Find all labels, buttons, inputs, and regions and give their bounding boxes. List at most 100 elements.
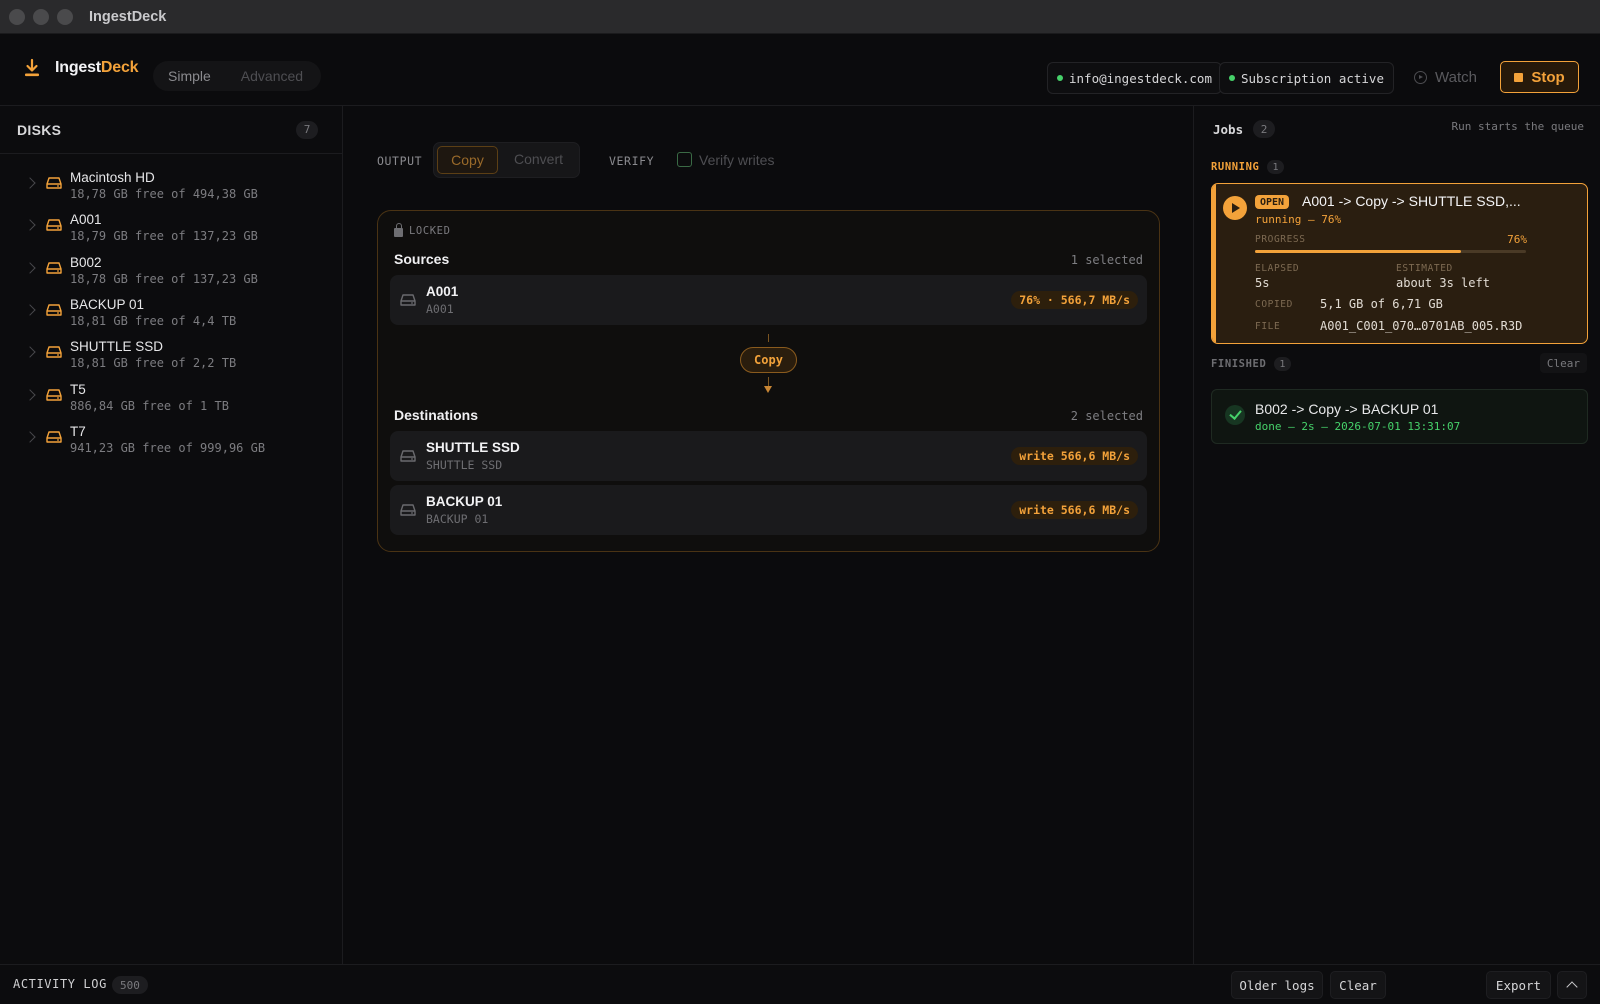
mode-simple-tab[interactable]: Simple [153,68,226,84]
destination-name: BACKUP 01 [426,494,503,509]
chevron-right-icon[interactable] [24,388,36,401]
estimated-value: about 3s left [1396,276,1490,290]
destination-row[interactable]: SHUTTLE SSD SHUTTLE SSD write 566,6 MB/s [390,431,1147,481]
disk-free-space: 18,81 GB free of 2,2 TB [70,356,237,371]
disk-free-space: 18,81 GB free of 4,4 TB [70,313,237,328]
verify-label: VERIFY [609,154,655,168]
running-job-card[interactable]: OPEN A001 -> Copy -> SHUTTLE SSD,... run… [1211,183,1588,344]
destination-speed-tag: write 566,6 MB/s [1011,447,1138,465]
flow-connector-line [768,377,769,386]
export-button[interactable]: Export [1486,971,1551,999]
file-value: A001_C001_070…0701AB_005.R3D [1320,319,1523,333]
disk-free-space: 941,23 GB free of 999,96 GB [70,440,266,455]
elapsed-value: 5s [1255,276,1270,290]
source-name: A001 [426,284,459,299]
output-copy-option[interactable]: Copy [437,146,498,174]
brand-name: IngestDeck [55,59,139,77]
drive-icon [46,176,62,193]
output-mode-switch: Copy Convert [433,142,580,178]
account-email-pill[interactable]: info@ingestdeck.com [1047,62,1222,94]
jobs-count-badge: 2 [1253,120,1276,138]
sources-title: Sources [394,251,450,267]
sources-count: 1 selected [1070,253,1143,267]
subscription-pill[interactable]: Subscription active [1219,62,1394,94]
disk-item[interactable]: T5 886,84 GB free of 1 TB [0,381,343,426]
older-logs-button[interactable]: Older logs [1231,971,1323,999]
verify-writes-label[interactable]: Verify writes [699,152,774,168]
chevron-right-icon[interactable] [24,304,36,316]
source-row[interactable]: A001 A001 76% · 566,7 MB/s [390,275,1147,325]
running-job-title: A001 -> Copy -> SHUTTLE SSD,... [1302,193,1521,209]
disk-free-space: 18,78 GB free of 137,23 GB [70,271,258,286]
disk-free-space: 886,84 GB free of 1 TB [70,398,229,413]
play-icon[interactable] [1223,196,1247,220]
clear-logs-button[interactable]: Clear [1330,971,1386,999]
minimize-window-button[interactable] [33,8,49,25]
expand-log-button[interactable] [1557,971,1587,999]
copy-flow-panel: LOCKED Sources 1 selected A001 A001 76% … [377,210,1160,552]
drive-icon [46,430,62,447]
open-tag[interactable]: OPEN [1255,195,1290,209]
drive-icon [400,450,416,462]
finished-job-card[interactable]: B002 -> Copy -> BACKUP 01 done – 2s – 20… [1211,389,1588,444]
stop-label: Stop [1531,68,1565,86]
play-circle-icon [1414,71,1427,84]
activity-log-bar: ACTIVITY LOG 500 Older logs Clear Export [0,964,1600,1004]
chevron-right-icon[interactable] [24,346,36,358]
chevron-right-icon[interactable] [24,261,36,274]
watch-button[interactable]: Watch [1414,69,1477,86]
app-header: IngestDeck Simple Advanced info@ingestde… [0,34,1600,106]
copied-label: COPIED [1255,299,1293,310]
clear-finished-button[interactable]: Clear [1539,353,1587,373]
drive-icon [46,218,62,235]
disk-item[interactable]: T7 941,23 GB free of 999,96 GB [0,424,343,468]
verify-writes-checkbox[interactable] [677,152,692,167]
progress-bar-fill [1255,250,1461,253]
brand-name-accent: Deck [100,59,139,76]
disk-name: B002 [70,254,102,270]
source-progress-tag: 76% · 566,7 MB/s [1011,291,1138,309]
jobs-header: Jobs 2 [1213,120,1276,138]
lock-icon [394,223,403,237]
disk-item[interactable]: B002 18,78 GB free of 137,23 GB [0,254,343,299]
stop-icon [1514,72,1524,82]
disk-item[interactable]: SHUTTLE SSD 18,81 GB free of 2,2 TB [0,339,343,383]
window-titlebar: IngestDeck [0,0,1600,34]
running-count-badge: 1 [1267,160,1285,174]
running-job-status: running – 76% [1255,213,1342,226]
disk-item[interactable]: BACKUP 01 18,81 GB free of 4,4 TB [0,296,343,341]
zoom-window-button[interactable] [57,8,73,25]
jobs-title: Jobs [1213,121,1244,137]
mode-advanced-tab[interactable]: Advanced [226,68,318,84]
finished-section-label: FINISHED 1 [1211,357,1291,371]
chevron-right-icon[interactable] [24,177,36,189]
disk-name: SHUTTLE SSD [70,339,164,355]
disk-name: BACKUP 01 [70,296,145,312]
disk-free-space: 18,78 GB free of 494,38 GB [70,187,258,201]
destination-sub: SHUTTLE SSD [426,458,503,472]
chevron-right-icon[interactable] [24,219,36,231]
chevron-right-icon[interactable] [24,431,36,443]
disks-title: DISKS [17,121,62,138]
watch-label: Watch [1435,69,1477,86]
stop-button[interactable]: Stop [1500,61,1579,93]
close-window-button[interactable] [9,8,25,25]
download-icon [25,58,39,77]
disk-item[interactable]: A001 18,79 GB free of 137,23 GB [0,212,343,256]
copied-value: 5,1 GB of 6,71 GB [1320,297,1443,311]
flow-connector-line [768,334,769,342]
arrow-down-icon [764,386,772,393]
output-convert-option[interactable]: Convert [514,151,563,167]
source-sub: A001 [426,302,454,316]
disk-item[interactable]: Macintosh HD 18,78 GB free of 494,38 GB [0,170,343,214]
destinations-count: 2 selected [1070,409,1143,423]
disk-name: T5 [70,381,86,397]
window-title: IngestDeck [89,8,167,25]
destination-row[interactable]: BACKUP 01 BACKUP 01 write 566,6 MB/s [390,485,1147,535]
drive-icon [46,261,62,278]
chevron-up-icon [1566,981,1578,993]
running-section-label: RUNNING 1 [1211,160,1285,174]
status-dot [1229,75,1235,81]
queue-note: Run starts the queue [1451,120,1584,133]
job-accent-bar [1212,184,1216,343]
